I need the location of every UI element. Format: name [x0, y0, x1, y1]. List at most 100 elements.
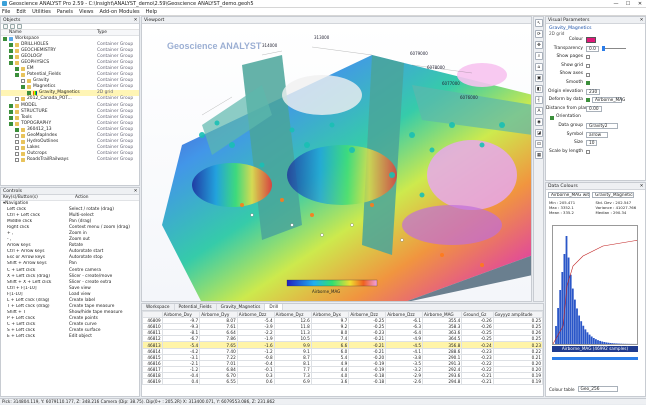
- close-icon[interactable]: ✕: [638, 183, 645, 189]
- table-cell[interactable]: 6.55: [200, 379, 238, 385]
- table-row[interactable]: 468190.46.550.66.93.6-0.18-2.6294.8-0.21…: [143, 379, 543, 385]
- visibility-checkbox[interactable]: [15, 67, 19, 71]
- colour-swatch[interactable]: [586, 37, 596, 43]
- show-axes-checkbox[interactable]: [586, 73, 590, 77]
- table-cell[interactable]: -2.6: [386, 379, 423, 385]
- minimize-button[interactable]: —: [610, 0, 622, 8]
- table-cell[interactable]: 46819: [143, 379, 163, 385]
- histogram-bar: [601, 342, 603, 344]
- grid-icon[interactable]: ▦: [535, 151, 543, 159]
- ruler-icon[interactable]: ┤: [535, 96, 543, 104]
- visibility-checkbox[interactable]: [9, 49, 13, 53]
- visibility-checkbox[interactable]: [15, 97, 19, 101]
- visibility-checkbox[interactable]: [27, 91, 31, 95]
- table-cell[interactable]: -0.18: [349, 379, 386, 385]
- table-tabs: Workspace Potential_Fields Gravity_Magne…: [142, 304, 543, 311]
- zoom-icon[interactable]: ⌕: [535, 52, 543, 60]
- visibility-checkbox[interactable]: [15, 140, 19, 144]
- visibility-checkbox[interactable]: [15, 128, 19, 132]
- visibility-checkbox[interactable]: [9, 61, 13, 65]
- lock-icon[interactable]: ⊡: [535, 140, 543, 148]
- data-group-row: Data groupGravity2: [546, 122, 645, 131]
- size-input[interactable]: 10: [586, 140, 597, 146]
- visibility-checkbox[interactable]: [15, 73, 19, 77]
- menu-add-on-modules[interactable]: Add-on Modules: [99, 9, 139, 15]
- histogram-bar: [612, 343, 614, 344]
- visibility-checkbox[interactable]: [9, 116, 13, 120]
- visibility-checkbox[interactable]: [15, 158, 19, 162]
- deform-checkbox[interactable]: [586, 98, 590, 102]
- visibility-checkbox[interactable]: [9, 104, 13, 108]
- table-cell[interactable]: 0.6: [237, 379, 274, 385]
- visibility-checkbox[interactable]: [21, 85, 25, 89]
- range-slider[interactable]: [552, 357, 638, 360]
- table-cell[interactable]: -0.21: [462, 379, 493, 385]
- camera-icon[interactable]: ◉: [535, 118, 543, 126]
- visibility-checkbox[interactable]: [9, 122, 13, 126]
- colour-table-select[interactable]: Geo_256: [578, 386, 618, 392]
- tab-drill[interactable]: Drill: [265, 304, 283, 310]
- scale-checkbox[interactable]: [586, 150, 590, 154]
- slicer-icon[interactable]: ◪: [535, 129, 543, 137]
- menu-views[interactable]: Views: [79, 9, 93, 15]
- collapse-icon[interactable]: [17, 24, 22, 29]
- visibility-checkbox[interactable]: [21, 79, 25, 83]
- top-view-icon[interactable]: ▣: [535, 74, 543, 82]
- data-group-select[interactable]: Gravity2: [586, 123, 618, 129]
- tab-workspace[interactable]: Workspace: [142, 304, 175, 310]
- visibility-checkbox[interactable]: [3, 37, 7, 41]
- side-view-icon[interactable]: ◧: [535, 85, 543, 93]
- menu-utilities[interactable]: Utilities: [32, 9, 51, 15]
- filter-icon[interactable]: [3, 24, 8, 29]
- show-pages-checkbox[interactable]: [586, 55, 590, 59]
- tree-item[interactable]: RoadsTrailRailwaysContainer Group: [1, 157, 139, 163]
- data-select[interactable]: Airborne_MAG within: [548, 192, 590, 198]
- visibility-checkbox[interactable]: [9, 55, 13, 59]
- origin-elevation-input[interactable]: 230: [586, 89, 600, 95]
- histogram-bar: [576, 308, 578, 344]
- show-grid-checkbox[interactable]: [586, 64, 590, 68]
- menu-help[interactable]: Help: [146, 9, 157, 15]
- object-select[interactable]: Gravity_Magnetics: [592, 192, 634, 198]
- scene-svg[interactable]: Geoscience ANALYST 314000 313000 6079000…: [142, 25, 532, 302]
- orientation-checkbox[interactable]: [550, 116, 554, 120]
- close-icon[interactable]: ✕: [132, 188, 139, 194]
- histogram-svg[interactable]: [553, 226, 638, 345]
- transparency-input[interactable]: 0.0: [586, 46, 599, 52]
- deform-select[interactable]: Airborne_MAG: [592, 97, 622, 103]
- menu-file[interactable]: File: [2, 9, 10, 15]
- menu-panels[interactable]: Panels: [57, 9, 73, 15]
- folder-icon: [15, 104, 19, 108]
- smooth-checkbox[interactable]: [586, 81, 590, 85]
- table-cell[interactable]: 6.9: [274, 379, 311, 385]
- visibility-checkbox[interactable]: [15, 146, 19, 150]
- tab-gravity-magnetics[interactable]: Gravity_Magnetics: [217, 304, 266, 310]
- visibility-checkbox[interactable]: [15, 152, 19, 156]
- visibility-checkbox[interactable]: [9, 43, 13, 47]
- maximize-button[interactable]: ☐: [622, 0, 634, 8]
- rotate-icon[interactable]: ⟳: [535, 30, 543, 38]
- table-cell[interactable]: 294.8: [423, 379, 462, 385]
- table-cell[interactable]: 3.6: [311, 379, 349, 385]
- histogram-bar: [593, 338, 595, 344]
- expand-icon[interactable]: [10, 24, 15, 29]
- close-icon[interactable]: ✕: [132, 17, 139, 23]
- histogram[interactable]: [552, 225, 638, 345]
- pan-icon[interactable]: ✥: [535, 41, 543, 49]
- tab-potential-fields[interactable]: Potential_Fields: [175, 304, 217, 310]
- table-cell[interactable]: 0.4: [162, 379, 200, 385]
- symbol-select[interactable]: arrow: [586, 132, 608, 138]
- visibility-checkbox[interactable]: [15, 134, 19, 138]
- name-column-header[interactable]: Name: [1, 30, 22, 35]
- select-icon[interactable]: ↖: [535, 19, 543, 27]
- label-icon[interactable]: A: [535, 107, 543, 115]
- table-cell[interactable]: 0.19: [493, 379, 542, 385]
- close-icon[interactable]: ✕: [638, 17, 645, 23]
- 3d-scene[interactable]: Geoscience ANALYST 314000 313000 6079000…: [142, 25, 532, 302]
- home-view-icon[interactable]: ⌂: [535, 63, 543, 71]
- close-button[interactable]: ✕: [634, 0, 646, 8]
- menu-edit[interactable]: Edit: [16, 9, 26, 15]
- distance-plane-input[interactable]: 0.00: [586, 106, 602, 112]
- transparency-slider[interactable]: [602, 48, 626, 49]
- visibility-checkbox[interactable]: [9, 110, 13, 114]
